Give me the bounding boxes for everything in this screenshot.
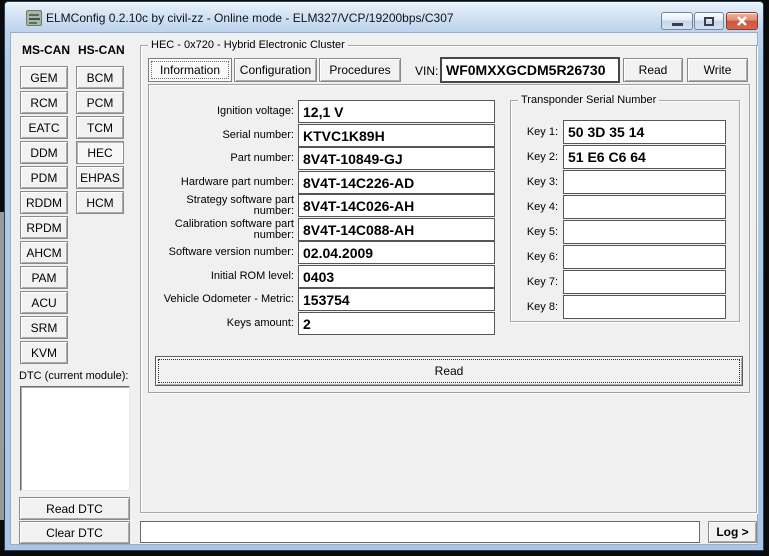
field-label-initial-rom-level: Initial ROM level: xyxy=(150,265,294,288)
field-value-part-number[interactable]: 8V4T-10849-GJ xyxy=(298,147,495,170)
field-value-ignition-voltage[interactable]: 12,1 V xyxy=(298,100,495,123)
key-4-label: Key 4: xyxy=(516,195,558,219)
module-button-acu[interactable]: ACU xyxy=(20,291,68,314)
tab-information[interactable]: Information xyxy=(148,58,232,82)
field-label-vehicle-odometer: Vehicle Odometer - Metric: xyxy=(150,288,294,311)
module-button-tcm[interactable]: TCM xyxy=(76,116,124,139)
module-groupbox-title: HEC - 0x720 - Hybrid Electronic Cluster xyxy=(148,39,348,51)
key-4-value[interactable] xyxy=(563,195,726,219)
app-icon-detail xyxy=(29,22,37,24)
module-button-eatc[interactable]: EATC xyxy=(20,116,68,139)
field-value-initial-rom-level[interactable]: 0403 xyxy=(298,265,495,288)
vin-read-button[interactable]: Read xyxy=(623,58,683,82)
field-label-calibration-software-part-number: Calibration software part number: xyxy=(150,218,294,241)
minimize-icon xyxy=(672,23,683,26)
module-button-hcm[interactable]: HCM xyxy=(76,191,124,214)
module-button-rcm[interactable]: RCM xyxy=(20,91,68,114)
key-3-label: Key 3: xyxy=(516,170,558,194)
dtc-listbox[interactable] xyxy=(20,386,130,491)
log-input[interactable] xyxy=(140,521,700,543)
key-2-value[interactable]: 51 E6 C6 64 xyxy=(563,145,726,169)
log-button[interactable]: Log > xyxy=(708,521,757,543)
hs-can-label: HS-CAN xyxy=(78,43,125,57)
key-1-value[interactable]: 50 3D 35 14 xyxy=(563,120,726,144)
field-value-hardware-part-number[interactable]: 8V4T-14C226-AD xyxy=(298,171,495,194)
dtc-label: DTC (current module): xyxy=(19,370,128,382)
tab-configuration[interactable]: Configuration xyxy=(234,58,317,82)
read-module-button[interactable]: Read xyxy=(155,356,743,386)
key-1-label: Key 1: xyxy=(516,120,558,144)
key-6-label: Key 6: xyxy=(516,245,558,269)
read-dtc-button[interactable]: Read DTC xyxy=(19,497,130,520)
transponder-groupbox-title: Transponder Serial Number xyxy=(518,94,659,106)
key-8-label: Key 8: xyxy=(516,295,558,319)
field-value-calibration-software-part-number[interactable]: 8V4T-14C088-AH xyxy=(298,218,495,241)
module-button-kvm[interactable]: KVM xyxy=(20,341,68,364)
minimize-button[interactable] xyxy=(661,12,693,30)
close-button[interactable] xyxy=(726,12,758,30)
field-value-vehicle-odometer[interactable]: 153754 xyxy=(298,288,495,311)
vin-write-button[interactable]: Write xyxy=(687,58,748,82)
module-button-pdm[interactable]: PDM xyxy=(20,166,68,189)
key-7-value[interactable] xyxy=(563,270,726,294)
module-button-gem[interactable]: GEM xyxy=(20,66,68,89)
module-button-ahcm[interactable]: AHCM xyxy=(20,241,68,264)
maximize-button[interactable] xyxy=(694,12,724,30)
module-button-rddm[interactable]: RDDM xyxy=(20,191,68,214)
field-label-strategy-software-part-number: Strategy software part number: xyxy=(150,194,294,217)
close-icon xyxy=(735,15,749,27)
module-button-srm[interactable]: SRM xyxy=(20,316,68,339)
key-2-label: Key 2: xyxy=(516,145,558,169)
field-value-strategy-software-part-number[interactable]: 8V4T-14C026-AH xyxy=(298,194,495,217)
ms-can-label: MS-CAN xyxy=(22,43,70,57)
field-value-keys-amount[interactable]: 2 xyxy=(298,312,495,335)
key-5-value[interactable] xyxy=(563,220,726,244)
field-label-serial-number: Serial number: xyxy=(150,124,294,147)
module-button-ehpas[interactable]: EHPAS xyxy=(76,166,124,189)
module-button-rpdm[interactable]: RPDM xyxy=(20,216,68,239)
module-button-bcm[interactable]: BCM xyxy=(76,66,124,89)
window-title: ELMConfig 0.2.10c by civil-zz - Online m… xyxy=(46,11,454,25)
field-label-hardware-part-number: Hardware part number: xyxy=(150,171,294,194)
vin-input[interactable] xyxy=(440,57,620,83)
key-7-label: Key 7: xyxy=(516,270,558,294)
module-button-ddm[interactable]: DDM xyxy=(20,141,68,164)
key-5-label: Key 5: xyxy=(516,220,558,244)
maximize-icon xyxy=(704,17,714,26)
field-label-part-number: Part number: xyxy=(150,147,294,170)
app-icon-detail xyxy=(29,18,40,20)
app-icon xyxy=(26,10,42,26)
module-button-pam[interactable]: PAM xyxy=(20,266,68,289)
field-label-keys-amount: Keys amount: xyxy=(150,312,294,335)
field-label-ignition-voltage: Ignition voltage: xyxy=(150,100,294,123)
field-value-serial-number[interactable]: KTVC1K89H xyxy=(298,124,495,147)
vin-label: VIN: xyxy=(415,64,438,78)
app-icon-detail xyxy=(29,14,39,16)
module-button-hec-active[interactable]: HEC xyxy=(76,141,124,164)
module-button-pcm[interactable]: PCM xyxy=(76,91,124,114)
clear-dtc-button[interactable]: Clear DTC xyxy=(19,521,130,544)
key-6-value[interactable] xyxy=(563,245,726,269)
field-value-software-version-number[interactable]: 02.04.2009 xyxy=(298,241,495,264)
key-8-value[interactable] xyxy=(563,295,726,319)
field-label-software-version-number: Software version number: xyxy=(150,241,294,264)
key-3-value[interactable] xyxy=(563,170,726,194)
tab-procedures[interactable]: Procedures xyxy=(319,58,401,82)
